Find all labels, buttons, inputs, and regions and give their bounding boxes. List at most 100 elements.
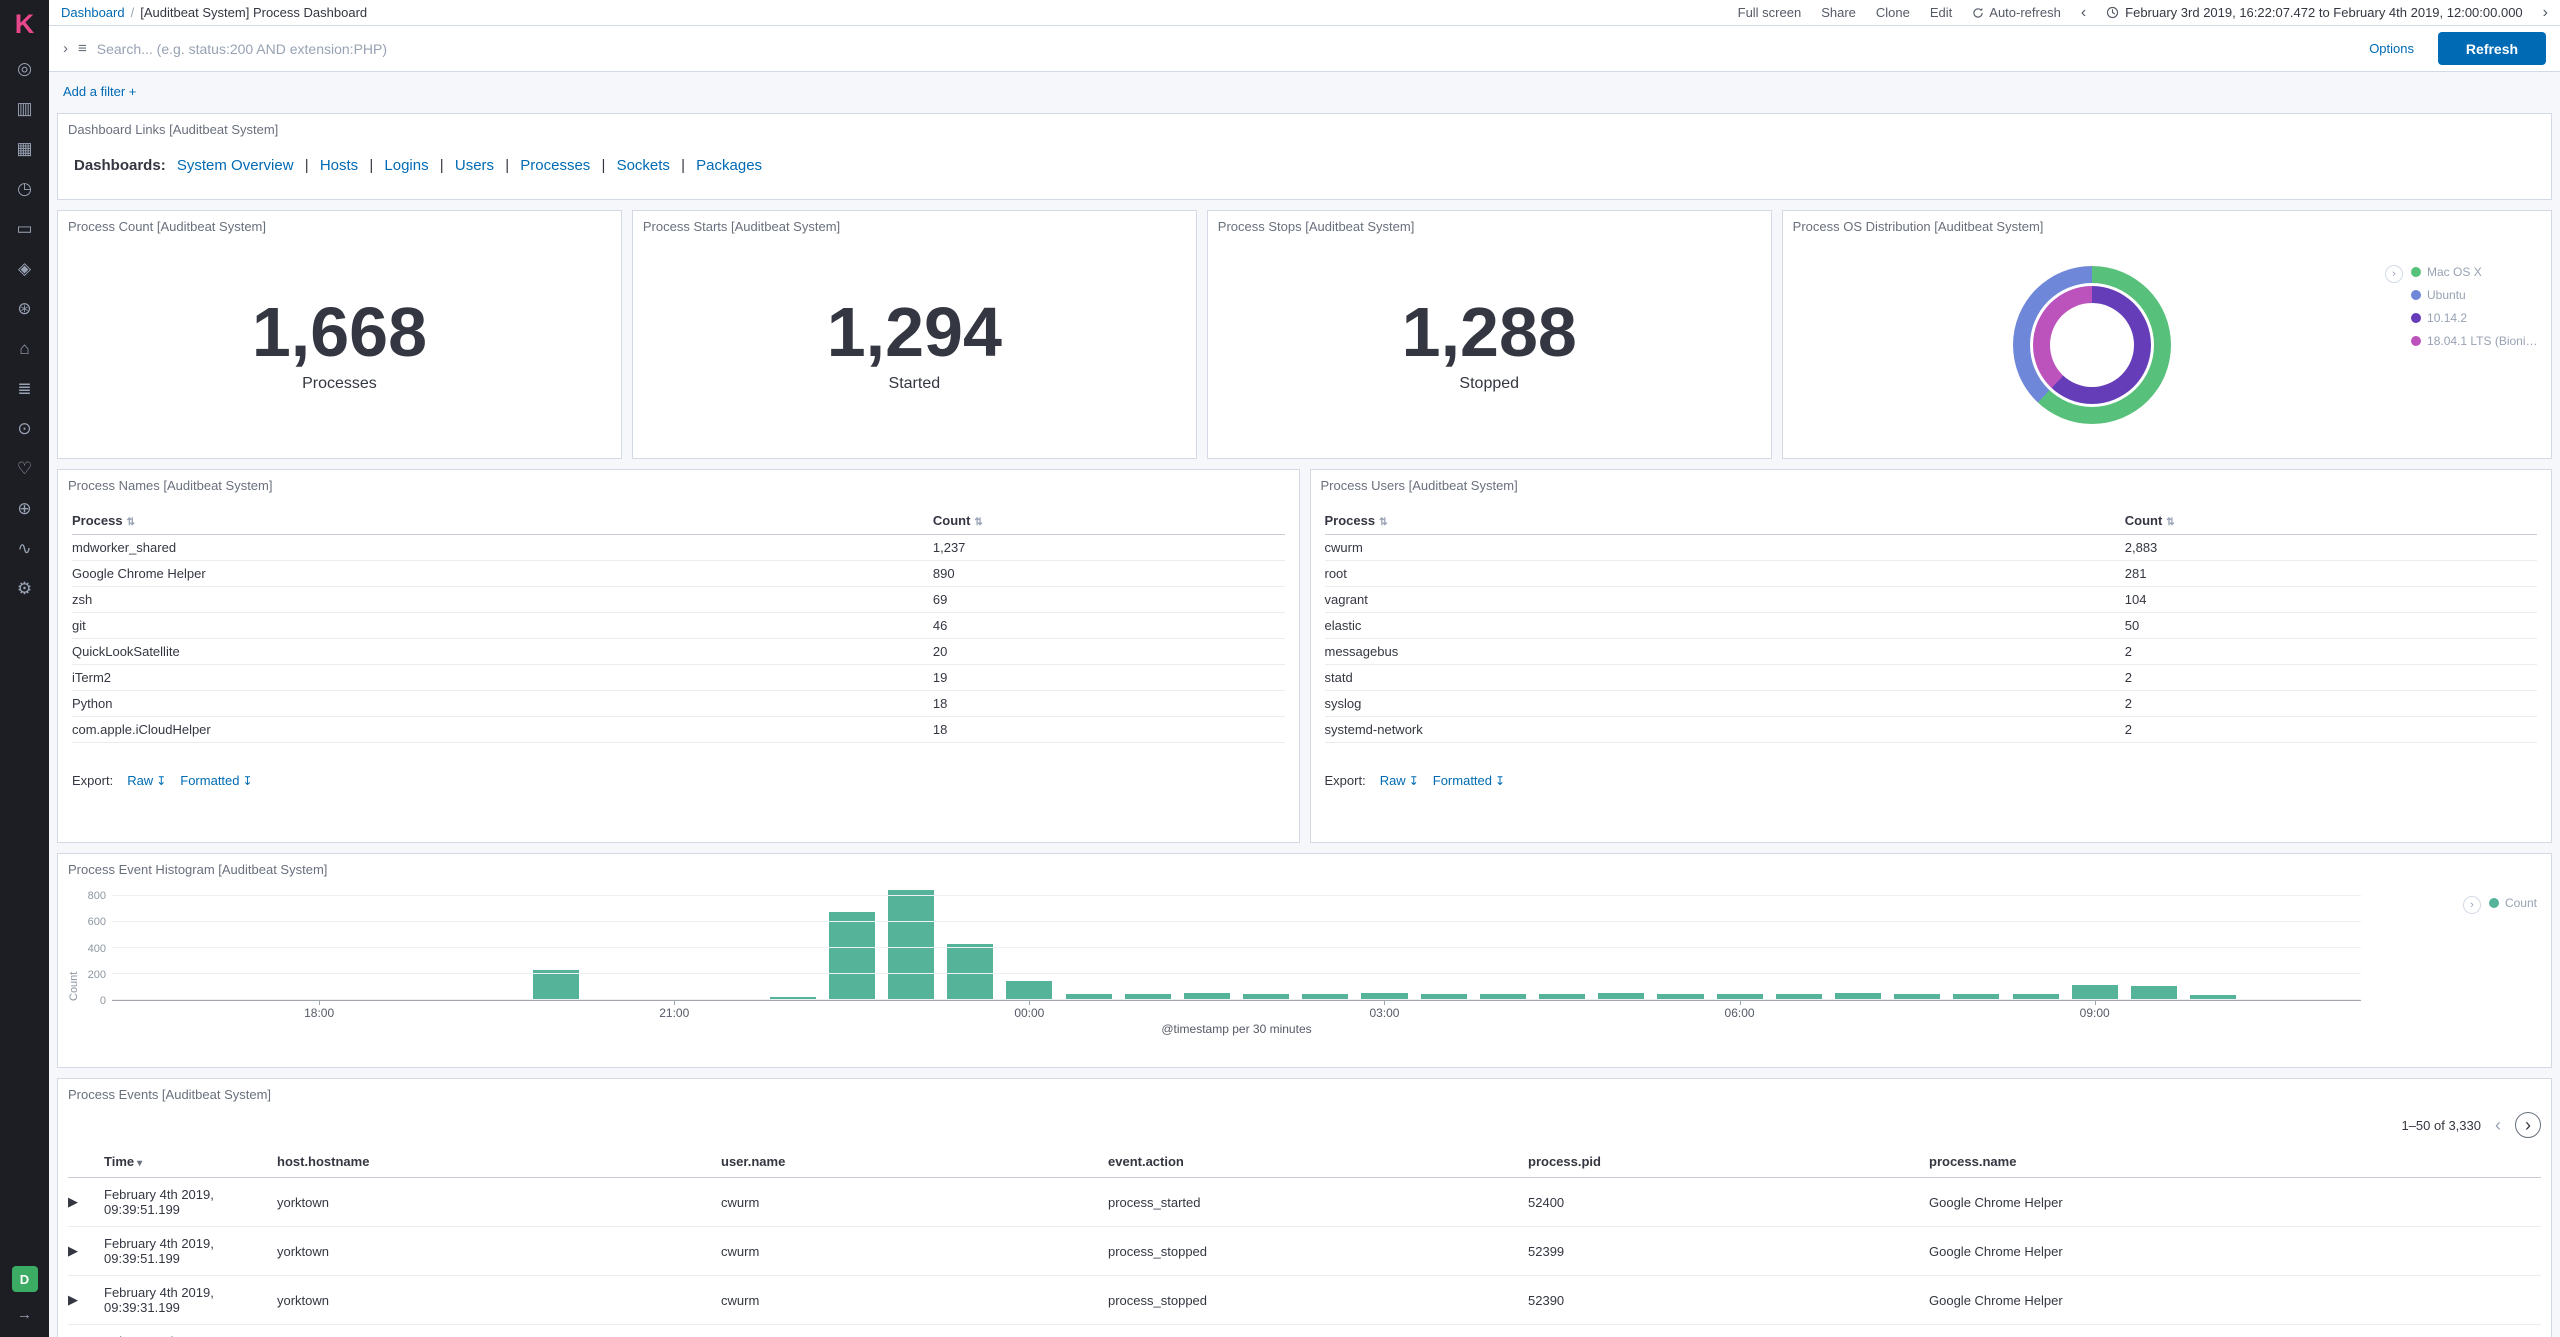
sidebar-item-monitoring[interactable]: ∿ bbox=[0, 528, 49, 568]
legend-item[interactable]: Ubuntu bbox=[2411, 288, 2541, 302]
legend-item[interactable]: Count bbox=[2488, 896, 2537, 910]
sidebar-item-visualize[interactable]: ▥ bbox=[0, 88, 49, 128]
export-formatted-link[interactable]: Formatted ↧ bbox=[180, 773, 252, 788]
sidebar-item-canvas[interactable]: ▭ bbox=[0, 208, 49, 248]
cell-count: 2,883 bbox=[2124, 534, 2537, 561]
table-row[interactable]: ▶ February 4th 2019, 09:39:31.199 yorkto… bbox=[68, 1275, 2541, 1325]
bar-slot bbox=[1947, 883, 2006, 1000]
table-row[interactable]: ▶ February 4th 2019, 09:39:51.199 yorkto… bbox=[68, 1177, 2541, 1227]
time-step-back-button[interactable]: ‹ bbox=[2081, 4, 2086, 21]
auto-refresh-button[interactable]: Auto-refresh bbox=[1972, 5, 2061, 20]
histogram-legend-items: Count bbox=[2488, 896, 2537, 910]
bar-slot bbox=[1710, 883, 1769, 1000]
sidebar-item-maps[interactable]: ◈ bbox=[0, 248, 49, 288]
histogram-bar[interactable] bbox=[2130, 985, 2178, 1000]
cell-process: statd bbox=[1324, 664, 2125, 691]
cell-process-pid: 52400 bbox=[1528, 1177, 1929, 1227]
legend-item[interactable]: 10.14.2 bbox=[2411, 311, 2541, 325]
refresh-button[interactable]: Refresh bbox=[2438, 32, 2546, 65]
histogram-bar[interactable] bbox=[532, 970, 579, 1000]
link-logins[interactable]: Logins bbox=[384, 157, 428, 174]
column-header-count[interactable]: Count ⇅ bbox=[2124, 509, 2537, 535]
bar-slot bbox=[1592, 883, 1651, 1000]
auto-refresh-label: Auto-refresh bbox=[1989, 5, 2061, 20]
breadcrumb-dashboard[interactable]: Dashboard bbox=[61, 5, 125, 20]
expand-nav-icon[interactable]: → bbox=[17, 1306, 32, 1323]
sidebar-item-uptime[interactable]: ♡ bbox=[0, 448, 49, 488]
options-button[interactable]: Options bbox=[2369, 41, 2414, 56]
cell-count: 46 bbox=[932, 612, 1285, 639]
column-header-process[interactable]: Process ⇅ bbox=[72, 509, 933, 535]
link-sockets[interactable]: Sockets bbox=[617, 157, 670, 174]
column-header-time[interactable]: Time ▾ bbox=[104, 1146, 277, 1178]
share-button[interactable]: Share bbox=[1821, 5, 1856, 20]
legend-toggle-button[interactable]: › bbox=[2462, 896, 2481, 914]
search-input[interactable] bbox=[96, 40, 2360, 57]
column-header-process[interactable]: Process ⇅ bbox=[1324, 509, 2125, 535]
table-row[interactable]: ▶ February 4th 2019, 09:39:31.199 yorkto… bbox=[68, 1324, 2541, 1337]
table-row: messagebus 2 bbox=[1324, 638, 2537, 665]
histogram-bar[interactable] bbox=[1006, 980, 1053, 1000]
link-users[interactable]: Users bbox=[455, 157, 494, 174]
histogram-bar[interactable] bbox=[828, 911, 875, 1000]
cell-hostname: yorktown bbox=[277, 1177, 721, 1227]
previous-page-button[interactable]: ‹ bbox=[2491, 1114, 2505, 1136]
sidebar-item-management[interactable]: ⚙ bbox=[0, 568, 49, 608]
export-raw-link[interactable]: Raw ↧ bbox=[1380, 773, 1419, 788]
column-header-user-name[interactable]: user.name bbox=[721, 1146, 1108, 1178]
expand-row-icon[interactable]: ▶ bbox=[68, 1177, 104, 1227]
management-icon: ⚙ bbox=[16, 578, 33, 598]
legend-toggle-button[interactable]: › bbox=[2385, 265, 2404, 283]
panel-title: Process Events [Auditbeat System] bbox=[68, 1087, 272, 1102]
next-page-button[interactable]: › bbox=[2515, 1112, 2541, 1138]
expand-row-icon[interactable]: ▶ bbox=[68, 1275, 104, 1325]
cell-count: 69 bbox=[932, 586, 1285, 613]
column-header-host-hostname[interactable]: host.hostname bbox=[277, 1146, 721, 1178]
cell-count: 20 bbox=[932, 638, 1285, 665]
panel-process-stops: Process Stops [Auditbeat System] 1,288 S… bbox=[1206, 210, 1772, 459]
column-header-event-action[interactable]: event.action bbox=[1108, 1146, 1528, 1178]
link-separator: | bbox=[369, 157, 374, 174]
legend-dot-icon bbox=[2411, 313, 2422, 323]
sidebar-item-apm[interactable]: ⊙ bbox=[0, 408, 49, 448]
cell-time: February 4th 2019, 09:39:51.199 bbox=[104, 1177, 277, 1227]
time-range-picker[interactable]: February 3rd 2019, 16:22:07.472 to Febru… bbox=[2106, 5, 2523, 20]
full-screen-button[interactable]: Full screen bbox=[1738, 5, 1802, 20]
legend-item[interactable]: Mac OS X bbox=[2411, 265, 2541, 279]
link-system-overview[interactable]: System Overview bbox=[177, 157, 294, 174]
link-hosts[interactable]: Hosts bbox=[320, 157, 358, 174]
table-row: mdworker_shared 1,237 bbox=[72, 534, 1285, 561]
sidebar-item-dashboard[interactable]: ▦ bbox=[0, 128, 49, 168]
table-row[interactable]: ▶ February 4th 2019, 09:39:51.199 yorkto… bbox=[68, 1226, 2541, 1276]
bar-slot bbox=[1059, 883, 1118, 1000]
histogram-bar[interactable] bbox=[2071, 985, 2118, 1000]
space-avatar[interactable]: D bbox=[11, 1266, 38, 1292]
sidebar-item-dev-tools[interactable]: ⊕ bbox=[0, 488, 49, 528]
legend-label: Ubuntu bbox=[2427, 288, 2466, 302]
export-raw-link[interactable]: Raw ↧ bbox=[127, 773, 166, 788]
sidebar-item-timelion[interactable]: ◷ bbox=[0, 168, 49, 208]
cell-time: February 4th 2019, 09:39:51.199 bbox=[104, 1226, 277, 1276]
export-formatted-link[interactable]: Formatted ↧ bbox=[1433, 773, 1505, 788]
kibana-logo[interactable]: K bbox=[0, 0, 49, 48]
table-row: vagrant 104 bbox=[1324, 586, 2537, 613]
time-step-forward-button[interactable]: › bbox=[2543, 4, 2548, 21]
expand-row-icon[interactable]: ▶ bbox=[68, 1226, 104, 1276]
legend-item[interactable]: 18.04.1 LTS (Bionic B... bbox=[2411, 334, 2541, 348]
column-header-process-name[interactable]: process.name bbox=[1929, 1146, 2541, 1178]
link-processes[interactable]: Processes bbox=[520, 157, 590, 174]
add-filter-button[interactable]: Add a filter + bbox=[63, 84, 136, 99]
cell-hostname: yorktown bbox=[277, 1226, 721, 1276]
histogram-bar[interactable] bbox=[887, 889, 935, 1000]
edit-button[interactable]: Edit bbox=[1930, 5, 1952, 20]
sidebar-item-infrastructure[interactable]: ⌂ bbox=[0, 328, 49, 368]
link-packages[interactable]: Packages bbox=[696, 157, 762, 174]
sidebar-item-machine-learning[interactable]: ⊛ bbox=[0, 288, 49, 328]
sidebar-item-logs[interactable]: ≣ bbox=[0, 368, 49, 408]
clone-button[interactable]: Clone bbox=[1876, 5, 1910, 20]
sidebar-item-discover[interactable]: ◎ bbox=[0, 48, 49, 88]
column-header-process-pid[interactable]: process.pid bbox=[1528, 1146, 1929, 1178]
column-header-count[interactable]: Count ⇅ bbox=[932, 509, 1285, 535]
dashboards-label: Dashboards: bbox=[74, 157, 166, 174]
expand-row-icon[interactable]: ▶ bbox=[68, 1324, 104, 1337]
